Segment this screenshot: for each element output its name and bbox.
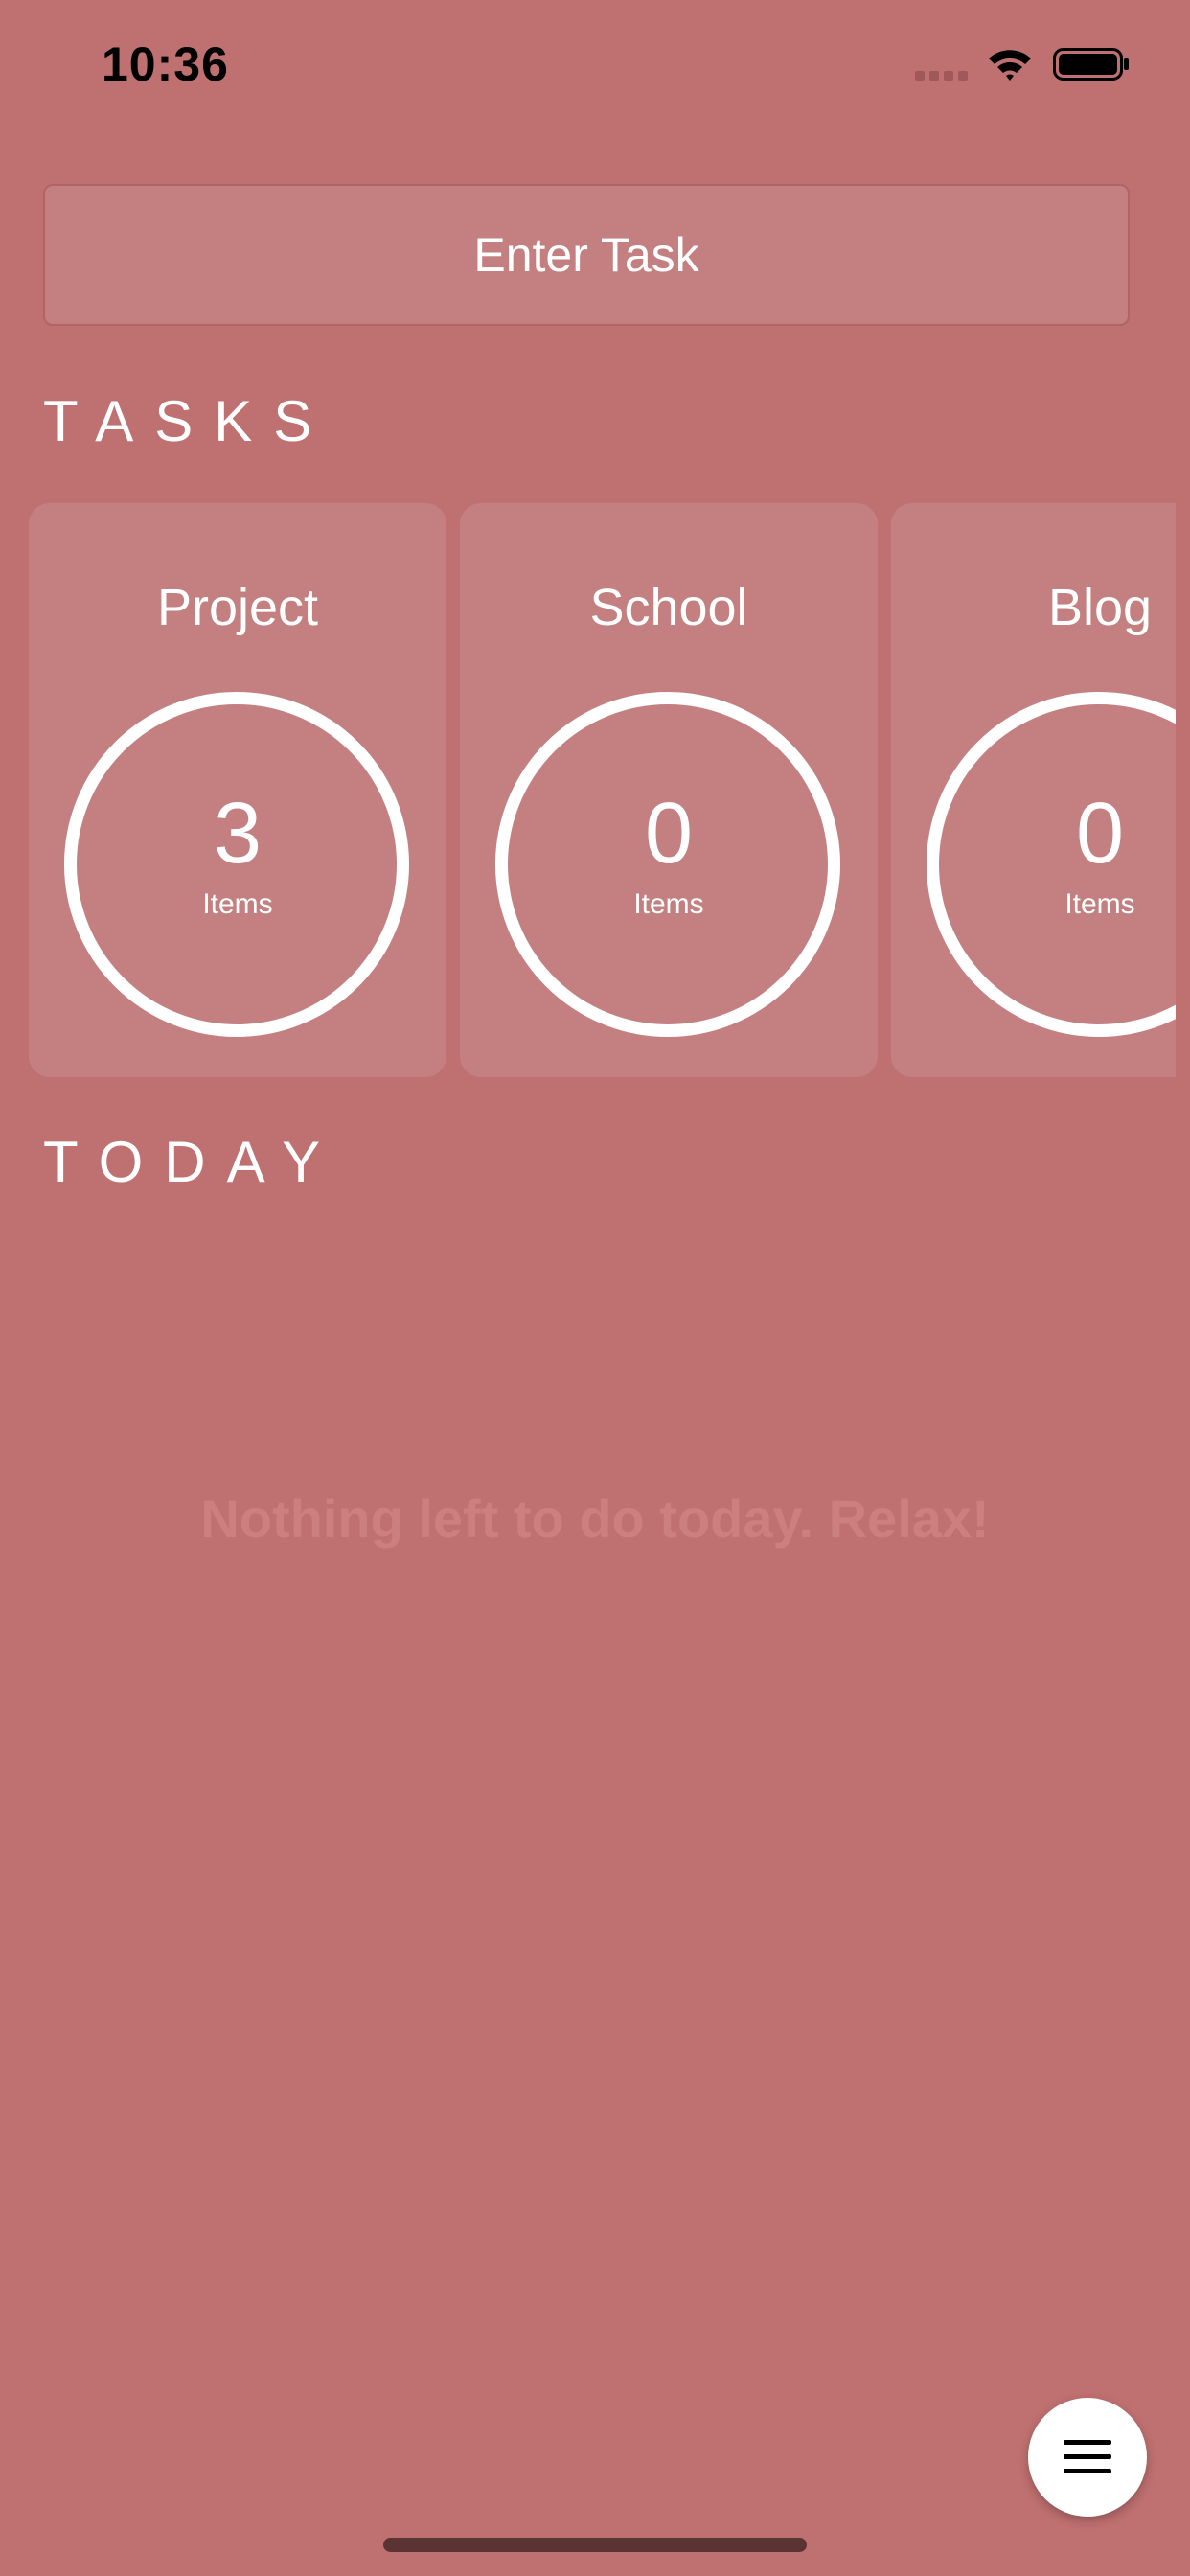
home-indicator <box>383 2538 807 2552</box>
status-bar: 10:36 <box>0 0 1190 129</box>
task-categories-carousel[interactable]: Project 3 Items School 0 Items Blog 0 It… <box>0 501 1176 1079</box>
task-card-title: School <box>589 579 748 636</box>
task-card-title: Project <box>156 579 319 636</box>
task-card-title: Blog <box>1047 579 1153 636</box>
status-time: 10:36 <box>102 37 229 91</box>
task-card-project[interactable]: Project 3 Items <box>29 503 446 1077</box>
task-card-unit: Items <box>1064 888 1135 920</box>
battery-icon <box>1053 48 1129 80</box>
today-section-heading: TODAY <box>43 1130 342 1194</box>
task-card-count: 3 <box>213 786 263 882</box>
task-card-count: 0 <box>644 786 694 882</box>
menu-button[interactable] <box>1028 2398 1147 2517</box>
task-card-unit: Items <box>633 888 704 920</box>
today-empty-message: Nothing left to do today. Relax! <box>200 1488 990 1549</box>
task-card-unit: Items <box>202 888 273 920</box>
task-card-school[interactable]: School 0 Items <box>460 503 878 1077</box>
wifi-icon <box>989 50 1031 80</box>
enter-task-input[interactable] <box>43 184 1130 326</box>
task-card-count: 0 <box>1075 786 1125 882</box>
task-card-blog[interactable]: Blog 0 Items <box>891 503 1176 1077</box>
hamburger-menu-icon <box>1064 2440 1111 2473</box>
tasks-section-heading: TASKS <box>43 389 333 453</box>
cellular-signal-icon <box>915 71 968 80</box>
